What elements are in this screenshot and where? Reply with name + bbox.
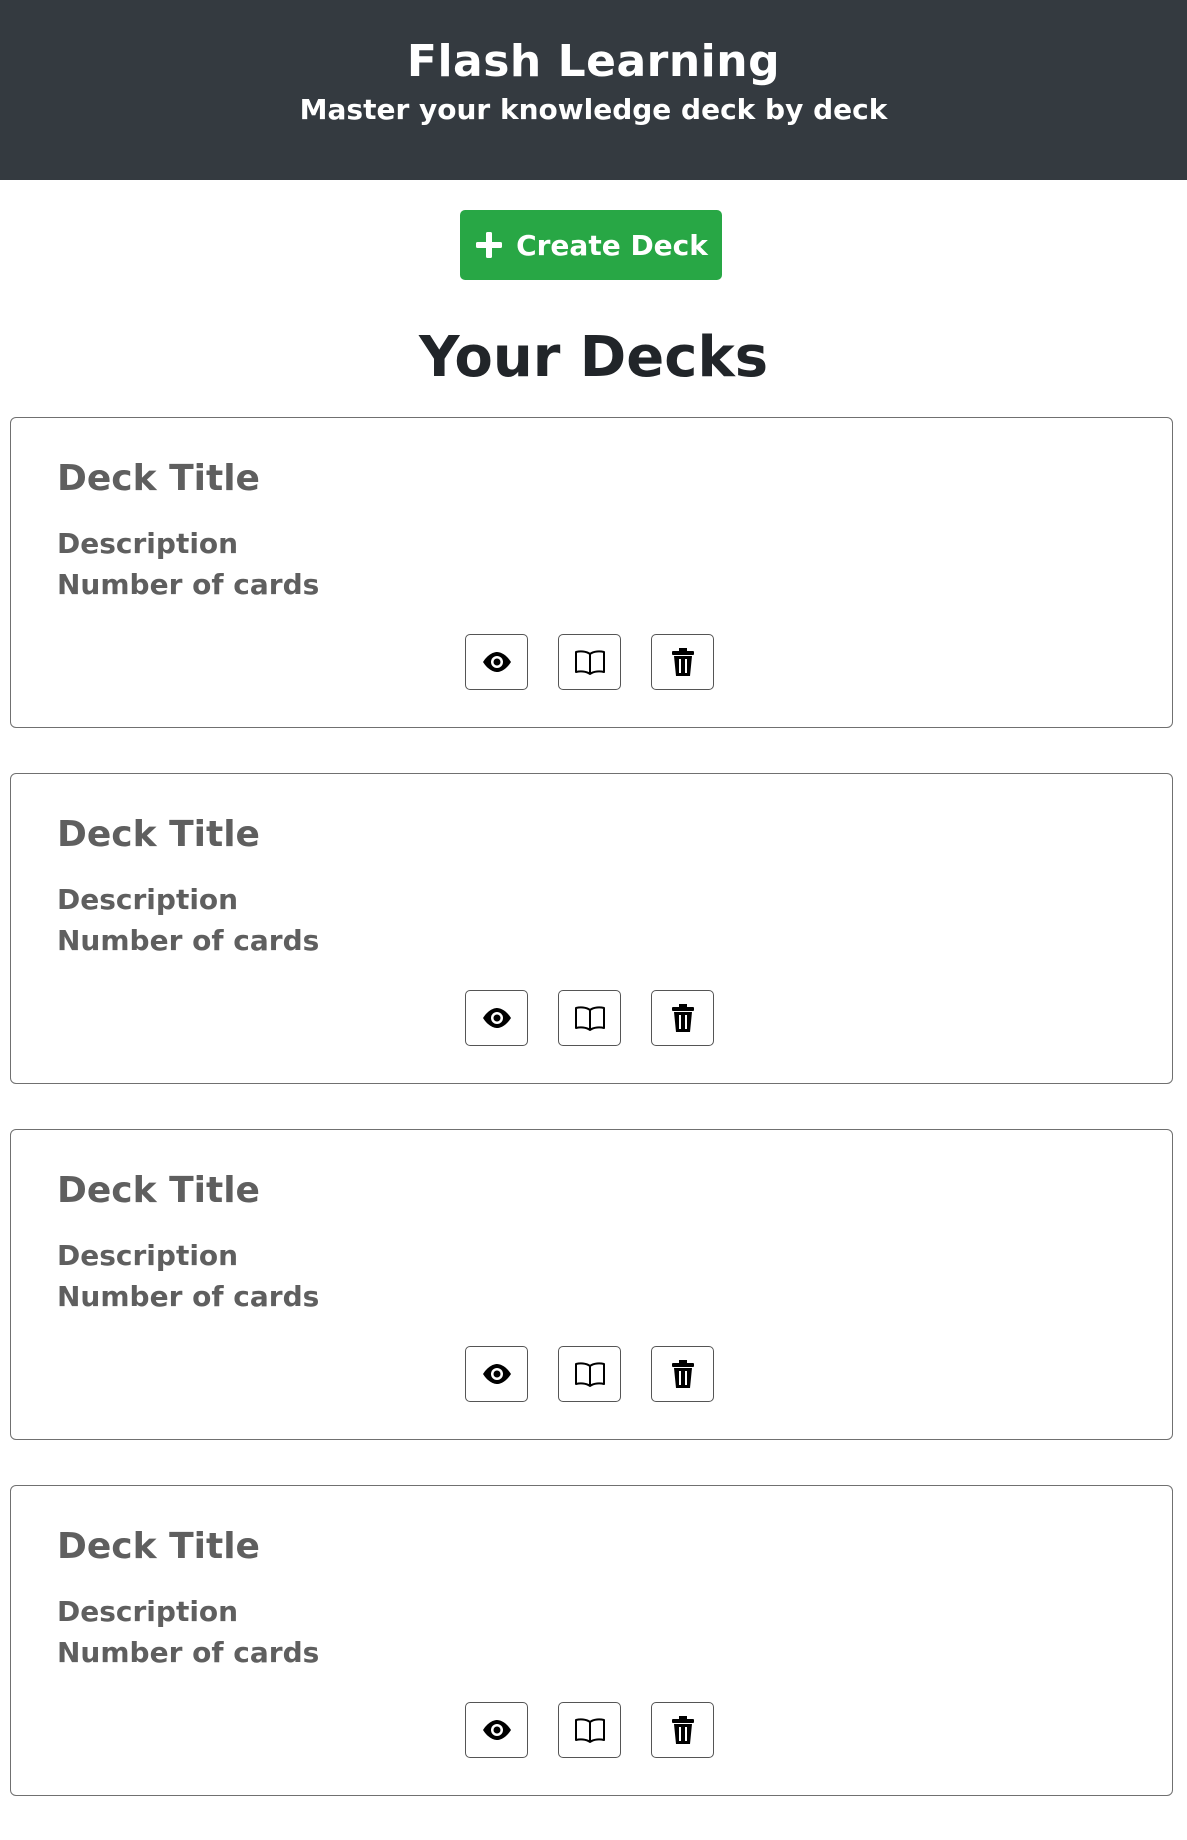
plus-icon <box>474 230 504 260</box>
view-deck-button[interactable] <box>465 1702 528 1758</box>
eye-icon <box>482 1364 512 1384</box>
deck-card: Deck Title Description Number of cards <box>10 1485 1173 1796</box>
view-deck-button[interactable] <box>465 1346 528 1402</box>
deck-description: Description <box>57 1595 239 1628</box>
eye-icon <box>482 1720 512 1740</box>
create-deck-label: Create Deck <box>516 228 708 262</box>
study-deck-button[interactable] <box>558 634 621 690</box>
deck-card: Deck Title Description Number of cards <box>10 1129 1173 1440</box>
trash-icon <box>671 1716 695 1744</box>
deck-description: Description <box>57 527 239 560</box>
deck-actions <box>465 990 714 1046</box>
deck-title: Deck Title <box>57 814 260 855</box>
book-icon <box>574 1005 606 1031</box>
deck-card: Deck Title Description Number of cards <box>10 417 1173 728</box>
decks-heading-area: Your Decks <box>0 285 1187 417</box>
delete-deck-button[interactable] <box>651 990 714 1046</box>
deck-actions <box>465 1346 714 1402</box>
app-title: Flash Learning <box>406 36 781 87</box>
deck-card: Deck Title Description Number of cards <box>10 773 1173 1084</box>
trash-icon <box>671 1004 695 1032</box>
app-header: Flash Learning Master your knowledge dec… <box>0 0 1187 180</box>
study-deck-button[interactable] <box>558 1346 621 1402</box>
view-deck-button[interactable] <box>465 990 528 1046</box>
eye-icon <box>482 1008 512 1028</box>
app-subtitle: Master your knowledge deck by deck <box>299 93 888 126</box>
view-deck-button[interactable] <box>465 634 528 690</box>
trash-icon <box>671 1360 695 1388</box>
deck-title: Deck Title <box>57 1526 260 1567</box>
book-icon <box>574 1717 606 1743</box>
deck-card-count: Number of cards <box>57 1636 320 1669</box>
deck-title: Deck Title <box>57 458 260 499</box>
deck-card-count: Number of cards <box>57 924 320 957</box>
deck-card-count: Number of cards <box>57 1280 320 1313</box>
deck-list: Deck Title Description Number of cards D… <box>0 417 1187 1796</box>
study-deck-button[interactable] <box>558 1702 621 1758</box>
study-deck-button[interactable] <box>558 990 621 1046</box>
deck-card-count: Number of cards <box>57 568 320 601</box>
create-deck-area: Create Deck <box>0 180 1187 285</box>
delete-deck-button[interactable] <box>651 1702 714 1758</box>
delete-deck-button[interactable] <box>651 1346 714 1402</box>
section-title: Your Decks <box>418 325 769 390</box>
book-icon <box>574 649 606 675</box>
eye-icon <box>482 652 512 672</box>
create-deck-button[interactable]: Create Deck <box>460 210 722 280</box>
trash-icon <box>671 648 695 676</box>
deck-description: Description <box>57 883 239 916</box>
deck-actions <box>465 634 714 690</box>
deck-actions <box>465 1702 714 1758</box>
deck-description: Description <box>57 1239 239 1272</box>
deck-title: Deck Title <box>57 1170 260 1211</box>
delete-deck-button[interactable] <box>651 634 714 690</box>
book-icon <box>574 1361 606 1387</box>
